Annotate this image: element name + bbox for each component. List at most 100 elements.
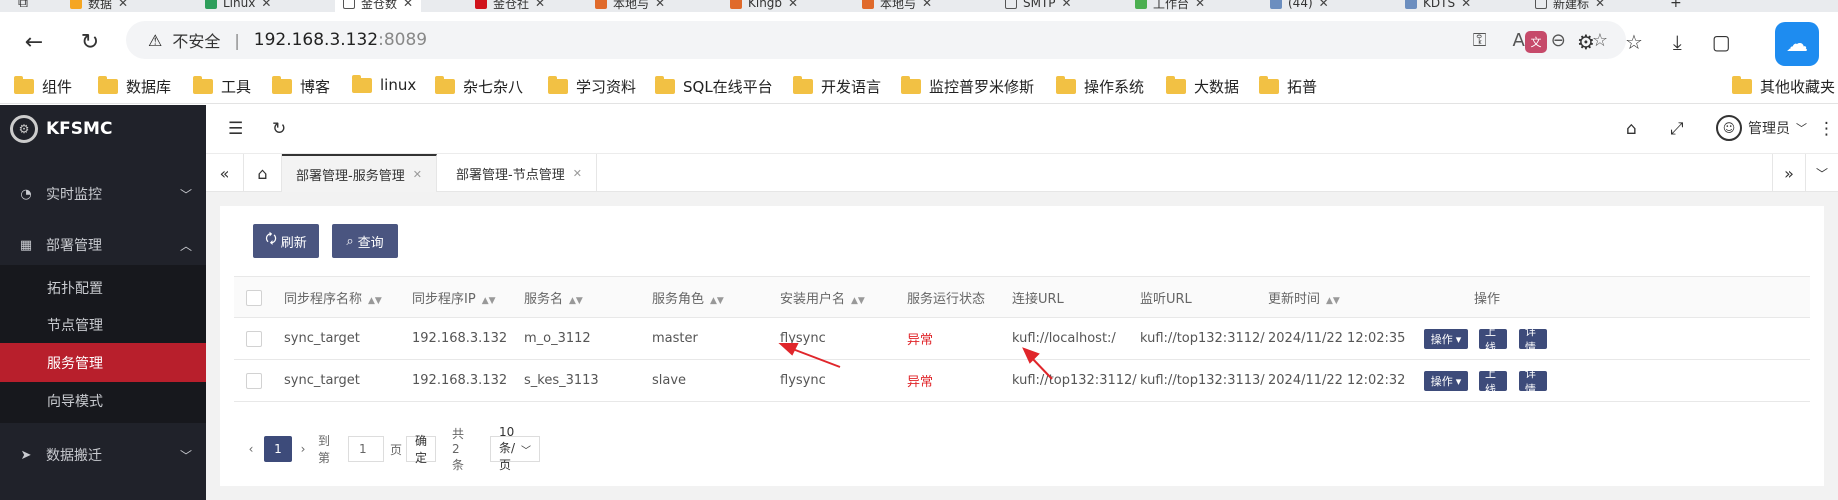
home-tab-button[interactable]: ⌂ <box>244 154 282 192</box>
bookmark-folder[interactable]: 拓普 <box>1259 76 1317 97</box>
reload-button[interactable]: ↻ <box>72 24 108 60</box>
user-menu[interactable]: ☺ 管理员 ﹀ <box>1716 115 1807 141</box>
close-icon[interactable]: ✕ <box>118 0 128 10</box>
submenu-service-management[interactable]: 服务管理 <box>0 343 206 382</box>
col-header-service-role[interactable]: 服务角色 ▲▼ <box>652 288 724 307</box>
close-icon[interactable]: ✕ <box>403 0 413 10</box>
close-icon[interactable]: ✕ <box>1461 0 1471 10</box>
browser-tab-8[interactable]: SMTP ✕ <box>1005 0 1072 12</box>
query-button[interactable]: ⌕ 查询 <box>332 224 398 258</box>
close-icon[interactable]: ✕ <box>535 0 545 10</box>
close-icon[interactable]: ✕ <box>1319 0 1329 10</box>
next-page-button[interactable]: › <box>296 436 310 462</box>
detail-button[interactable]: 详情 <box>1519 367 1547 396</box>
read-aloud-icon[interactable]: A <box>1512 30 1524 51</box>
url-field[interactable]: ⚠ 不安全 | 192.168.3.132 :8089 ⚿ A ⊖ ☆ <box>126 21 1626 59</box>
bookmark-folder[interactable]: linux <box>352 74 416 94</box>
bookmark-folder[interactable]: 监控普罗米修斯 <box>901 76 1034 97</box>
close-icon[interactable]: ✕ <box>1595 0 1605 10</box>
url-host[interactable]: 192.168.3.132 <box>254 30 378 50</box>
browser-tab-2[interactable]: Linux ✕ <box>205 0 271 12</box>
col-header-sync-name[interactable]: 同步程序名称 ▲▼ <box>284 288 382 307</box>
insecure-label[interactable]: 不安全 <box>172 28 220 52</box>
browser-tab-7[interactable]: 本地与 ✕ <box>862 0 932 12</box>
sort-icon[interactable]: ▲▼ <box>368 296 382 306</box>
goto-page-input[interactable]: 1 <box>348 436 384 462</box>
browser-tab-6[interactable]: Kingb ✕ <box>730 0 798 12</box>
operate-dropdown-button[interactable]: 操作 ▾ <box>1424 371 1468 391</box>
operate-dropdown-button[interactable]: 操作 ▾ <box>1424 329 1468 349</box>
close-icon[interactable]: ✕ <box>788 0 798 10</box>
bookmark-folder[interactable]: SQL在线平台 <box>655 76 773 97</box>
sort-icon[interactable]: ▲▼ <box>482 296 496 306</box>
new-tab-button[interactable]: + <box>1670 0 1682 12</box>
url-port[interactable]: :8089 <box>378 30 427 50</box>
menu-realtime-monitor[interactable]: ◔ 实时监控 ﹀ <box>0 174 206 214</box>
col-header-install-user[interactable]: 安装用户名 ▲▼ <box>780 288 865 307</box>
sort-icon[interactable]: ▲▼ <box>1326 296 1340 306</box>
prev-page-button[interactable]: ‹ <box>244 436 258 462</box>
submenu-node-management[interactable]: 节点管理 <box>0 305 206 344</box>
bookmark-folder[interactable]: 学习资料 <box>548 76 636 97</box>
bookmark-folder[interactable]: 组件 <box>14 76 72 97</box>
back-button[interactable]: ← <box>16 24 52 60</box>
bookmark-folder[interactable]: 操作系统 <box>1056 76 1144 97</box>
col-header-updated[interactable]: 更新时间 ▲▼ <box>1268 288 1340 307</box>
bookmark-folder[interactable]: 数据库 <box>98 76 171 97</box>
extensions-icon[interactable]: ⚙ <box>1577 30 1595 54</box>
browser-tab-11[interactable]: KDTS ✕ <box>1405 0 1471 12</box>
refresh-button[interactable]: 🗘 刷新 <box>253 224 319 258</box>
browser-tab-5[interactable]: 本地与 ✕ <box>595 0 665 12</box>
browser-tab-1[interactable]: 数据 ✕ <box>70 0 128 12</box>
row-checkbox[interactable] <box>246 331 262 347</box>
page-tab-service-management[interactable]: 部署管理-服务管理 ✕ <box>282 154 437 192</box>
close-icon[interactable]: ✕ <box>573 167 582 180</box>
cloud-sync-icon[interactable]: ☁ <box>1775 22 1819 66</box>
browser-tab-9[interactable]: 工作台 ✕ <box>1135 0 1205 12</box>
browser-tab-4[interactable]: 金仓社 ✕ <box>475 0 545 12</box>
close-icon[interactable]: ✕ <box>1062 0 1072 10</box>
close-icon[interactable]: ✕ <box>261 0 271 10</box>
col-header-service-name[interactable]: 服务名 ▲▼ <box>524 288 583 307</box>
page-number-current[interactable]: 1 <box>264 436 292 462</box>
menu-deploy-management[interactable]: ▦ 部署管理 ︿ <box>0 225 206 265</box>
col-header-sync-ip[interactable]: 同步程序IP ▲▼ <box>412 288 496 307</box>
tabs-scroll-right-button[interactable]: » <box>1772 154 1806 192</box>
browser-tab-10[interactable]: (44) ✕ <box>1270 0 1329 12</box>
goto-confirm-button[interactable]: 确定 <box>406 434 437 465</box>
favorites-icon[interactable]: ☆ <box>1625 30 1643 54</box>
browser-tab-12[interactable]: 新建标 ✕ <box>1535 0 1605 12</box>
bookmark-folder[interactable]: 工具 <box>193 76 251 97</box>
app-logo[interactable]: ⚙ KFSMC <box>10 115 112 143</box>
more-vertical-icon[interactable]: ⋮ <box>1818 119 1835 139</box>
sort-icon[interactable]: ▲▼ <box>851 296 865 306</box>
row-checkbox[interactable] <box>246 373 262 389</box>
close-icon[interactable]: ✕ <box>922 0 932 10</box>
close-icon[interactable]: ✕ <box>413 168 422 181</box>
translate-extension-icon[interactable]: 文 <box>1525 31 1547 53</box>
bookmark-folder[interactable]: 杂七杂八 <box>435 76 523 97</box>
menu-data-migration[interactable]: ➤ 数据搬迁 ﹀ <box>0 435 206 475</box>
page-size-select[interactable]: 10 条/页 ﹀ <box>490 425 541 472</box>
tag-icon[interactable]: ⌂ <box>1626 119 1637 139</box>
bookmark-folder[interactable]: 博客 <box>272 76 330 97</box>
browser-tab-0[interactable]: ⧉ <box>18 0 28 12</box>
browser-tab-3-active[interactable]: 金仓数 ✕ <box>335 0 422 12</box>
fullscreen-icon[interactable]: ⤢ <box>1670 119 1684 139</box>
submenu-wizard-mode[interactable]: 向导模式 <box>0 381 206 420</box>
bookmark-folder-other[interactable]: 其他收藏夹 <box>1732 76 1835 97</box>
submenu-topology-config[interactable]: 拓扑配置 <box>0 268 206 307</box>
download-icon[interactable]: ⤓ <box>1673 30 1682 54</box>
close-icon[interactable]: ✕ <box>1195 0 1205 10</box>
tabs-menu-button[interactable]: ﹀ <box>1806 154 1838 192</box>
detail-button[interactable]: 详情 <box>1519 325 1547 354</box>
sort-icon[interactable]: ▲▼ <box>569 296 583 306</box>
close-icon[interactable]: ✕ <box>655 0 665 10</box>
warning-icon[interactable]: ⚠ <box>148 31 162 50</box>
tabs-scroll-left-button[interactable]: « <box>206 154 244 192</box>
sort-icon[interactable]: ▲▼ <box>710 296 724 306</box>
select-all-checkbox[interactable] <box>246 290 262 306</box>
menu-fold-icon[interactable]: ☰ <box>228 119 243 139</box>
online-button[interactable]: 上线 <box>1479 367 1507 396</box>
bookmark-folder[interactable]: 大数据 <box>1166 76 1239 97</box>
